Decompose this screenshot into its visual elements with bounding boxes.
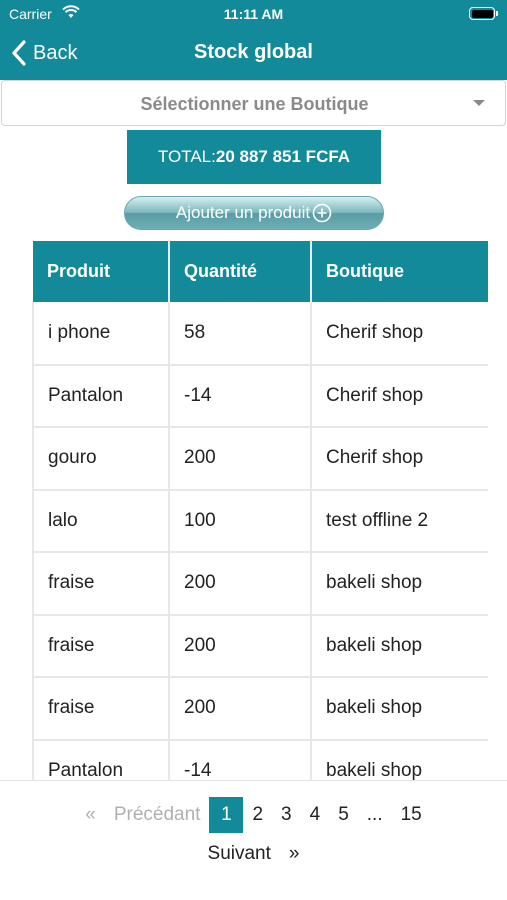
cell-produit: fraise — [32, 677, 170, 741]
column-header-boutique: Boutique — [311, 241, 488, 302]
cell-quantite: -14 — [168, 739, 312, 780]
table-header-row: Produit Quantité Boutique — [33, 241, 488, 302]
pagination-page-1[interactable]: 1 — [209, 797, 244, 833]
pagination-page-5[interactable]: 5 — [329, 797, 358, 833]
table-row: Pantalon -14 Cherif shop — [32, 364, 488, 428]
table-row: fraise 200 bakeli shop — [32, 614, 488, 678]
cell-produit: fraise — [32, 614, 170, 678]
plus-circle-icon — [312, 203, 332, 223]
cell-quantite: 100 — [168, 489, 312, 553]
cell-boutique: bakeli shop — [310, 552, 488, 616]
total-badge: TOTAL: 20 887 851 FCFA — [127, 130, 381, 184]
table-row: gouro 200 Cherif shop — [32, 427, 488, 491]
cell-quantite: -14 — [168, 364, 312, 428]
battery-icon — [469, 7, 498, 20]
pagination-page-15[interactable]: 15 — [392, 797, 431, 833]
cell-produit: Pantalon — [32, 739, 170, 780]
shop-select-placeholder: Sélectionner une Boutique — [140, 94, 369, 114]
cell-boutique: bakeli shop — [310, 739, 488, 780]
nav-bar: Back Stock global — [0, 28, 507, 80]
status-time: 11:11 AM — [223, 6, 284, 22]
pagination-previous[interactable]: Précédant — [105, 797, 210, 833]
cell-boutique: bakeli shop — [310, 614, 488, 678]
cell-quantite: 200 — [168, 614, 312, 678]
cell-quantite: 58 — [168, 302, 312, 366]
cell-boutique: Cherif shop — [310, 427, 488, 491]
pagination-page-3[interactable]: 3 — [272, 797, 301, 833]
cell-produit: lalo — [32, 489, 170, 553]
page-title: Stock global — [194, 41, 313, 63]
pagination-ellipsis: ... — [366, 804, 383, 825]
cell-produit: i phone — [32, 302, 170, 366]
pagination-page-4[interactable]: 4 — [301, 797, 330, 833]
cell-produit: fraise — [32, 552, 170, 616]
cell-quantite: 200 — [168, 427, 312, 491]
add-product-label: Ajouter un produit — [175, 203, 311, 222]
column-header-quantite: Quantité — [169, 241, 312, 302]
column-header-produit: Produit — [33, 241, 170, 302]
add-product-button[interactable]: Ajouter un produit — [124, 196, 384, 230]
table-row: fraise 200 bakeli shop — [32, 677, 488, 741]
pagination-page-2[interactable]: 2 — [243, 797, 272, 833]
cell-boutique: Cherif shop — [310, 302, 488, 366]
stock-table: Produit Quantité Boutique i phone 58 Che… — [32, 241, 488, 780]
cell-boutique: Cherif shop — [310, 364, 488, 428]
cell-quantite: 200 — [168, 677, 312, 741]
table-row: lalo 100 test offline 2 — [32, 489, 488, 553]
cell-produit: Pantalon — [32, 364, 170, 428]
cell-quantite: 200 — [168, 552, 312, 616]
pagination-last[interactable]: » — [280, 836, 309, 872]
pagination-next[interactable]: Suivant — [199, 836, 280, 872]
cell-boutique: bakeli shop — [310, 677, 488, 741]
table-row: i phone 58 Cherif shop — [32, 302, 488, 366]
shop-select[interactable]: Sélectionner une Boutique — [1, 80, 506, 126]
pagination-first[interactable]: « — [76, 797, 105, 833]
table-row: Pantalon -14 bakeli shop — [32, 739, 488, 780]
pagination: « Précédant 1 2 3 4 5 ... 15 Suivant » — [0, 780, 507, 900]
table-row: fraise 200 bakeli shop — [32, 552, 488, 616]
status-bar: Carrier 11:11 AM — [0, 0, 507, 28]
total-value: 20 887 851 FCFA — [215, 147, 351, 166]
chevron-down-icon — [473, 100, 485, 106]
total-label: TOTAL: — [157, 147, 216, 166]
cell-boutique: test offline 2 — [310, 489, 488, 553]
cell-produit: gouro — [32, 427, 170, 491]
